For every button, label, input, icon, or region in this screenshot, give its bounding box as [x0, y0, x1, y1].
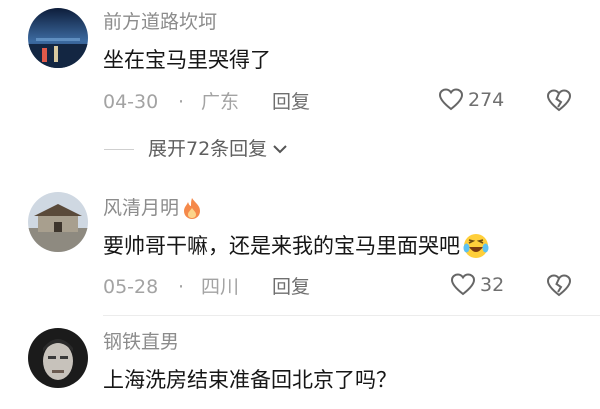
- expand-replies-button[interactable]: 展开72条回复: [148, 137, 289, 161]
- heart-outline-icon: [450, 273, 476, 296]
- broken-heart-icon: [546, 89, 572, 112]
- meta-separator: ·: [178, 91, 185, 113]
- avatar[interactable]: [28, 328, 88, 388]
- dislike-button[interactable]: [546, 89, 572, 113]
- chevron-down-icon: [273, 145, 287, 154]
- comment-username[interactable]: 前方道路坎坷: [103, 10, 217, 34]
- comment-text: 上海洗房结束准备回北京了吗？: [103, 368, 397, 392]
- reply-button[interactable]: 回复: [272, 90, 310, 114]
- comment-divider: [103, 315, 600, 316]
- avatar-image: [28, 328, 88, 388]
- comment-username[interactable]: 风清月明: [103, 196, 179, 220]
- like-count: 274: [468, 89, 505, 111]
- comment-text-row: 要帅哥干嘛，还是来我的宝马里面哭吧: [103, 232, 490, 260]
- comment-username[interactable]: 钢铁直男: [103, 330, 179, 354]
- comment-location: 广东: [201, 91, 240, 113]
- avatar-image: [28, 8, 88, 68]
- comment-date: 04-30: [103, 91, 159, 113]
- comment-text: 坐在宝马里哭得了: [103, 48, 271, 72]
- avatar[interactable]: [28, 8, 88, 68]
- comment-date: 05-28: [103, 276, 159, 298]
- avatar-image: [28, 192, 88, 252]
- replies-divider-line: [104, 149, 134, 150]
- meta-separator: ·: [178, 276, 185, 298]
- like-count: 32: [480, 274, 505, 296]
- like-button[interactable]: 274: [438, 88, 504, 112]
- flame-icon: [184, 198, 201, 219]
- expand-replies-label: 展开72条回复: [148, 138, 268, 160]
- reply-button[interactable]: 回复: [272, 275, 310, 299]
- like-button[interactable]: 32: [450, 273, 504, 297]
- dislike-button[interactable]: [546, 274, 572, 298]
- comment-username-row: 风清月明: [103, 196, 203, 220]
- comment-location: 四川: [201, 276, 240, 298]
- laughing-tears-emoji: [463, 234, 489, 258]
- broken-heart-icon: [546, 274, 572, 297]
- heart-outline-icon: [438, 88, 464, 111]
- avatar[interactable]: [28, 192, 88, 252]
- comment-text: 要帅哥干嘛，还是来我的宝马里面哭吧: [103, 234, 460, 258]
